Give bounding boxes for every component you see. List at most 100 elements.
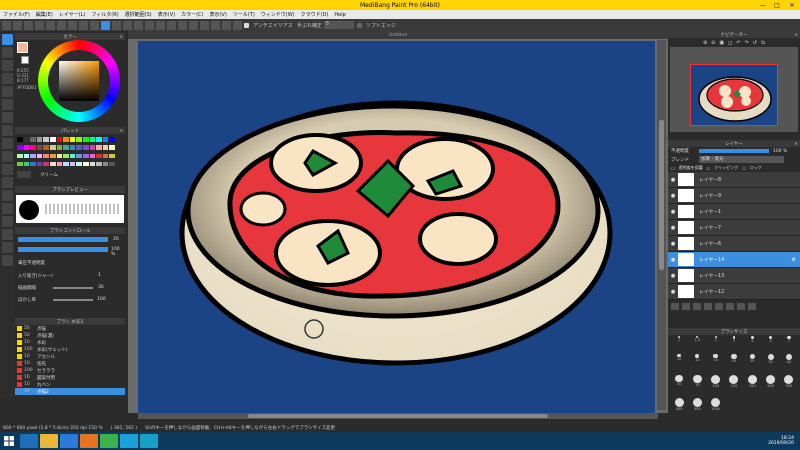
- transform-icon[interactable]: [90, 20, 99, 30]
- palette-swatch[interactable]: [30, 161, 36, 167]
- select-eraser-tool-icon[interactable]: [1, 190, 13, 201]
- palette-swatch[interactable]: [102, 153, 109, 158]
- shape-tool-icon[interactable]: [1, 73, 13, 84]
- cloud-save-icon[interactable]: [35, 20, 44, 30]
- store-icon[interactable]: [60, 434, 78, 448]
- select-tool-icon[interactable]: [1, 138, 13, 149]
- zoom-out-icon[interactable]: ⊖: [711, 40, 715, 46]
- new-halftone-layer-icon[interactable]: [682, 303, 690, 310]
- palette-swatch[interactable]: [43, 145, 49, 150]
- eye-icon[interactable]: ●: [668, 289, 678, 295]
- brush-list-item[interactable]: 16 図案付用: [15, 374, 125, 381]
- flip-icon[interactable]: ⇆: [761, 40, 765, 46]
- brush-list-item[interactable]: 100 セラララ: [15, 367, 125, 374]
- palette-swatch[interactable]: [63, 145, 69, 150]
- magic-wand-tool-icon[interactable]: [1, 164, 13, 175]
- save-file-icon[interactable]: [24, 20, 33, 30]
- palette-swatch[interactable]: [76, 161, 82, 167]
- brush-size-option[interactable]: 500: [688, 397, 706, 418]
- new-file-icon[interactable]: [2, 20, 11, 30]
- menu-window[interactable]: ウィンドウ(W): [261, 11, 295, 18]
- clear-layer-icon[interactable]: [726, 303, 734, 310]
- new-layer-icon[interactable]: [671, 303, 679, 310]
- vertical-scroll-thumb[interactable]: [659, 120, 664, 270]
- palette-swatch[interactable]: [82, 145, 89, 150]
- palette-swatch[interactable]: [69, 153, 76, 158]
- menu-file[interactable]: ファイル(F): [3, 11, 30, 18]
- snap-curve-icon[interactable]: [222, 20, 231, 30]
- explorer-icon[interactable]: [40, 434, 58, 448]
- open-file-icon[interactable]: [13, 20, 22, 30]
- brush-size-option[interactable]: 30: [761, 353, 779, 372]
- eye-icon[interactable]: ●: [668, 177, 678, 183]
- saturation-value-box[interactable]: [59, 61, 99, 101]
- antialias-checkbox[interactable]: [244, 22, 249, 28]
- brush-list-item[interactable]: 10 アカシル: [15, 353, 125, 360]
- select-lasso-icon[interactable]: [112, 20, 121, 30]
- zoom-in-icon[interactable]: ⊕: [703, 40, 707, 46]
- brush-list-item[interactable]: 10 水彩: [15, 339, 125, 346]
- select-all-icon[interactable]: [145, 20, 154, 30]
- blur-slider[interactable]: [53, 299, 93, 301]
- redo-icon[interactable]: [79, 20, 88, 30]
- horizontal-scroll-thumb[interactable]: [248, 414, 548, 418]
- canvas-tab[interactable]: Untitled: [128, 31, 668, 39]
- palette-swatch[interactable]: [17, 137, 23, 142]
- reset-icon[interactable]: ↺: [753, 40, 757, 46]
- clock[interactable]: 18:24 2019/09/20: [768, 436, 800, 446]
- operation-tool-icon[interactable]: [1, 229, 13, 240]
- brush-list-item[interactable]: 10 丸ペン: [15, 381, 125, 388]
- rotate-left-icon[interactable]: ↶: [736, 40, 740, 46]
- menu-filter[interactable]: フィルタ(R): [91, 11, 118, 18]
- palette-swatch[interactable]: [96, 145, 102, 150]
- spacing-slider[interactable]: [53, 287, 93, 289]
- brush-size-option[interactable]: 120: [725, 374, 743, 395]
- duplicate-layer-icon[interactable]: [704, 303, 712, 310]
- close-icon[interactable]: ✕: [120, 128, 123, 133]
- snap-circle-icon[interactable]: [211, 20, 220, 30]
- merge-down-icon[interactable]: [715, 303, 723, 310]
- grid-icon[interactable]: [156, 20, 165, 30]
- menu-view-2[interactable]: 表示(V): [209, 11, 226, 18]
- layer-row[interactable]: ● レイヤー13: [668, 268, 800, 284]
- brush-size-option[interactable]: 400: [670, 397, 688, 418]
- layer-row[interactable]: ● レイヤー12: [668, 284, 800, 300]
- brush-size-option[interactable]: 300: [780, 374, 798, 395]
- menu-color[interactable]: カラー(C): [181, 11, 203, 18]
- palette-swatch[interactable]: [30, 137, 36, 142]
- brush-list-item[interactable]: 50 点描(濃): [15, 332, 125, 339]
- palette-swatch[interactable]: [82, 161, 89, 167]
- brush-size-option[interactable]: 25: [743, 353, 761, 372]
- eye-icon[interactable]: ●: [668, 225, 678, 231]
- palette-swatch[interactable]: [49, 145, 56, 150]
- lasso-tool-icon[interactable]: [1, 151, 13, 162]
- protect-alpha-checkbox[interactable]: ☐: [671, 166, 675, 171]
- palette-swatch[interactable]: [89, 145, 96, 150]
- palette-swatch[interactable]: [102, 161, 109, 167]
- close-icon[interactable]: ✕: [795, 32, 798, 37]
- brush-size-option[interactable]: 1: [670, 336, 688, 351]
- layer-row[interactable]: ● レイヤー8: [668, 172, 800, 188]
- edge-browser-icon[interactable]: [20, 434, 38, 448]
- menu-tool[interactable]: ツール(T): [233, 11, 255, 18]
- lock-checkbox[interactable]: ☐: [742, 166, 746, 171]
- layer-settings-icon[interactable]: [748, 303, 756, 310]
- secondary-color-swatch[interactable]: [21, 56, 29, 64]
- palette-swatch[interactable]: [63, 161, 69, 167]
- brush-size-option[interactable]: 7: [780, 336, 798, 351]
- move-tool-icon[interactable]: [1, 86, 13, 97]
- brush-size-option[interactable]: 15: [707, 353, 725, 372]
- correction-select[interactable]: 5: [323, 21, 354, 29]
- snap-parallel-icon[interactable]: [178, 20, 187, 30]
- palette-swatch[interactable]: [56, 161, 63, 167]
- palette-swatch[interactable]: [36, 137, 43, 142]
- palette-swatch[interactable]: [23, 145, 30, 150]
- palette-swatch[interactable]: [49, 137, 56, 142]
- layer-row[interactable]: ● レイヤー7: [668, 220, 800, 236]
- gallery-icon[interactable]: [57, 20, 66, 30]
- brush-size-option[interactable]: 1000: [707, 397, 725, 418]
- drawing-canvas[interactable]: [138, 41, 655, 413]
- palette-swatch[interactable]: [63, 153, 69, 158]
- palette-swatch[interactable]: [102, 145, 109, 150]
- palette-swatch[interactable]: [82, 153, 89, 158]
